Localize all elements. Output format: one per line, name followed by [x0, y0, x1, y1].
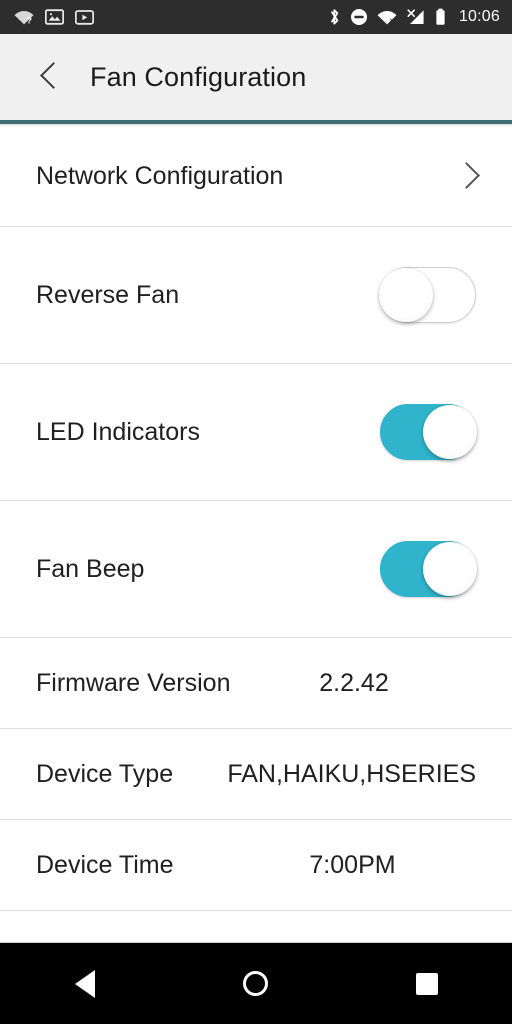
reverse-fan-label: Reverse Fan: [36, 280, 180, 309]
svg-text:×: ×: [390, 16, 395, 25]
app-screen: ? × 10:06 Fan Configuration Network Conf…: [0, 0, 512, 1024]
toggle-knob: [423, 542, 477, 596]
photos-icon: [45, 9, 64, 25]
toggle-knob: [379, 268, 433, 322]
nav-home-icon: [243, 971, 269, 996]
settings-list: Network Configuration Reverse Fan LED In…: [0, 127, 512, 942]
fan-beep-label: Fan Beep: [36, 554, 145, 583]
list-item-network-configuration[interactable]: Network Configuration: [0, 127, 512, 227]
battery-icon: [435, 8, 446, 26]
status-bar-clock: 10:06: [458, 8, 500, 25]
chevron-left-icon: [40, 59, 62, 95]
device-type-label: Device Type: [36, 759, 174, 788]
network-configuration-label: Network Configuration: [36, 162, 284, 190]
device-time-value: 7:00PM: [309, 850, 396, 879]
status-bar: ? × 10:06: [0, 0, 512, 34]
list-item-fan-beep[interactable]: Fan Beep: [0, 501, 512, 638]
led-indicators-toggle[interactable]: [380, 404, 477, 460]
list-item-led-indicators[interactable]: LED Indicators: [0, 364, 512, 501]
bluetooth-icon: [328, 8, 341, 26]
chevron-right-icon: [454, 159, 476, 195]
device-time-label: Device Time: [36, 850, 174, 879]
status-bar-left-icons: ?: [14, 9, 94, 25]
nav-back-button[interactable]: [40, 943, 130, 1024]
wifi-question-icon: ?: [14, 9, 34, 25]
firmware-version-value: 2.2.42: [319, 668, 389, 697]
back-button[interactable]: [0, 34, 62, 120]
app-bar: Fan Configuration: [0, 34, 512, 120]
cellular-off-icon: [407, 8, 426, 26]
list-item-device-time: Device Time 7:00PM: [0, 820, 512, 911]
youtube-icon: [75, 9, 94, 25]
list-item-device-type: Device Type FAN,HAIKU,HSERIES: [0, 729, 512, 820]
led-indicators-label: LED Indicators: [36, 417, 200, 446]
reverse-fan-toggle[interactable]: [379, 267, 476, 323]
nav-back-icon: [75, 969, 96, 998]
fan-beep-toggle[interactable]: [380, 541, 477, 597]
nav-recents-button[interactable]: [382, 943, 472, 1024]
list-item-reverse-fan[interactable]: Reverse Fan: [0, 227, 512, 364]
device-type-value: FAN,HAIKU,HSERIES: [227, 759, 476, 788]
system-navigation-bar: [0, 942, 512, 1024]
list-item-firmware-version: Firmware Version 2.2.42: [0, 638, 512, 729]
do-not-disturb-icon: [350, 8, 368, 26]
wifi-off-icon: ×: [377, 9, 398, 25]
nav-home-button[interactable]: [211, 943, 301, 1024]
firmware-version-label: Firmware Version: [36, 668, 231, 697]
toggle-knob: [423, 405, 477, 459]
nav-recents-icon: [415, 972, 438, 995]
svg-text:?: ?: [27, 16, 33, 26]
status-bar-right-icons: × 10:06: [328, 8, 500, 26]
page-title: Fan Configuration: [90, 61, 307, 92]
